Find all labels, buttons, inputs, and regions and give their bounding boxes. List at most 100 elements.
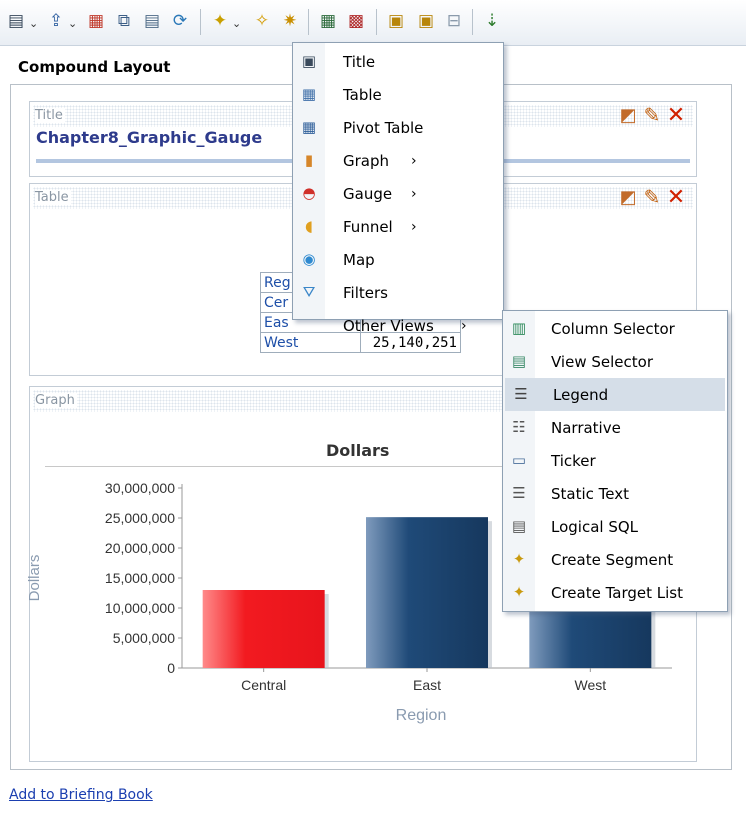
filters-icon: ⛛ [302, 283, 316, 301]
menu-item-label: Other Views [343, 316, 434, 335]
x-tick-label: East [413, 677, 441, 693]
edit-data-icon[interactable]: ▩ [344, 9, 368, 33]
menu-item-logical-sql[interactable]: ▤ Logical SQL [503, 510, 727, 543]
y-axis-label: Dollars [26, 555, 43, 602]
menu-item-pivot-table[interactable]: ▦ Pivot Table [293, 111, 503, 144]
menu-item-label: Title [343, 52, 376, 71]
narrative-icon: ☷ [512, 418, 526, 436]
menu-item-static-text[interactable]: ☰ Static Text [503, 477, 727, 510]
chevron-down-icon[interactable]: ⌄ [68, 17, 77, 30]
menu-item-label: Legend [553, 385, 609, 404]
menu-item-narrative[interactable]: ☷ Narrative [503, 411, 727, 444]
table-icon: ▦ [301, 85, 317, 103]
funnel-icon: ◖ [305, 217, 313, 235]
y-tick-label: 20,000,000 [105, 540, 175, 556]
bar-central [202, 590, 325, 668]
menu-item-label: Ticker [551, 451, 596, 470]
export-icon[interactable]: ⇪ [44, 9, 68, 33]
delete-layout-icon[interactable]: ⊟ [442, 9, 466, 33]
graph-icon: ▮ [304, 151, 314, 169]
y-tick-label: 15,000,000 [105, 570, 175, 586]
new-view-menu: ▣ Title ▦ Table ▦ Pivot Table ▮ Graph › ◓ Gauge › ◖ F… [292, 42, 504, 335]
remove-view-icon[interactable]: ✷ [278, 9, 302, 33]
remove-icon[interactable]: ✕ [665, 185, 687, 210]
menu-item-filters[interactable]: ⛛ Filters [293, 276, 503, 309]
menu-item-column-selector[interactable]: ▥ Column Selector [503, 312, 727, 345]
view-selector-icon: ▤ [511, 352, 527, 370]
chevron-down-icon[interactable]: ⌄ [232, 17, 241, 30]
preview-icon[interactable]: ⧉ [112, 9, 136, 33]
menu-item-label: Graph [343, 151, 390, 170]
menu-item-label: Static Text [551, 484, 629, 503]
pivot-table-icon: ▦ [301, 118, 317, 136]
menu-item-label: Gauge [343, 184, 393, 203]
compound-layout-icon[interactable]: ▣ [384, 9, 408, 33]
menu-item-other-views[interactable]: Other Views › [293, 309, 503, 342]
logical-sql-icon: ▤ [511, 517, 527, 535]
menu-item-map[interactable]: ◉ Map [293, 243, 503, 276]
menu-item-funnel[interactable]: ◖ Funnel › [293, 210, 503, 243]
menu-item-view-selector[interactable]: ▤ View Selector [503, 345, 727, 378]
column-selector-icon: ▥ [511, 319, 527, 337]
menu-item-create-target-list[interactable]: ✦ Create Target List [503, 576, 727, 609]
title-icon: ▣ [301, 52, 317, 70]
menu-item-table[interactable]: ▦ Table [293, 78, 503, 111]
new-view-icon[interactable]: ✦ [208, 9, 232, 33]
menu-item-label: Pivot Table [343, 118, 424, 137]
gauge-icon: ◓ [302, 184, 316, 202]
x-tick-label: Central [241, 677, 286, 693]
map-icon: ◉ [302, 250, 316, 268]
y-tick-label: 30,000,000 [105, 480, 175, 496]
menu-item-label: Map [343, 250, 375, 269]
x-tick-label: West [575, 677, 607, 693]
save-view-icon[interactable]: ▤ [140, 9, 164, 33]
create-target-list-icon: ✦ [512, 583, 526, 601]
view-label: Table [35, 190, 71, 205]
menu-item-label: Create Target List [551, 583, 684, 602]
menu-item-graph[interactable]: ▮ Graph › [293, 144, 503, 177]
menu-item-label: Funnel [343, 217, 393, 236]
edit-icon[interactable]: ✎ [641, 185, 663, 209]
page-title: Compound Layout [18, 58, 171, 76]
chevron-right-icon: › [411, 218, 417, 235]
refresh-icon[interactable]: ⟳ [168, 9, 192, 33]
edit-icon[interactable]: ✎ [641, 103, 663, 127]
analysis-title: Chapter8_Graphic_Gauge [36, 128, 263, 147]
menu-item-ticker[interactable]: ▭ Ticker [503, 444, 727, 477]
duplicate-view-icon[interactable]: ✧ [250, 9, 274, 33]
add-to-briefing-book-link[interactable]: Add to Briefing Book [9, 787, 153, 803]
ticker-icon: ▭ [511, 451, 527, 469]
edit-analysis-icon[interactable]: ▦ [316, 9, 340, 33]
chart-title: Dollars [326, 441, 390, 460]
menu-item-label: Narrative [551, 418, 621, 437]
chevron-right-icon: › [461, 317, 467, 334]
chevron-down-icon[interactable]: ⌄ [29, 17, 38, 30]
y-tick-label: 0 [167, 660, 175, 676]
menu-item-label: Table [343, 85, 382, 104]
bar-east [366, 517, 488, 668]
create-segment-icon: ✦ [512, 550, 526, 568]
view-label: Title [35, 108, 65, 123]
menu-item-label: Create Segment [551, 550, 674, 569]
y-tick-label: 10,000,000 [105, 600, 175, 616]
static-text-icon: ☰ [512, 484, 526, 502]
chevron-right-icon: › [411, 185, 417, 202]
print-icon[interactable]: ▤ [4, 9, 28, 33]
menu-item-legend[interactable]: ☰ Legend [505, 378, 725, 411]
menu-item-title[interactable]: ▣ Title [293, 45, 503, 78]
menu-item-create-segment[interactable]: ✦ Create Segment [503, 543, 727, 576]
menu-item-label: Column Selector [551, 319, 675, 338]
create-layout-icon[interactable]: ▣ [414, 9, 438, 33]
schedule-icon[interactable]: ▦ [84, 9, 108, 33]
view-label: Graph [35, 393, 77, 408]
menu-item-label: Filters [343, 283, 388, 302]
menu-item-label: Logical SQL [551, 517, 639, 536]
properties-icon[interactable]: ◩ [617, 103, 639, 127]
x-axis-label: Region [396, 707, 447, 724]
other-views-menu: ▥ Column Selector ▤ View Selector ☰ Legend ☷ Na… [502, 310, 728, 612]
y-tick-label: 5,000,000 [113, 630, 175, 646]
sort-icon[interactable]: ⇣ [480, 9, 504, 33]
properties-icon[interactable]: ◩ [617, 185, 639, 209]
menu-item-gauge[interactable]: ◓ Gauge › [293, 177, 503, 210]
remove-icon[interactable]: ✕ [665, 103, 687, 128]
